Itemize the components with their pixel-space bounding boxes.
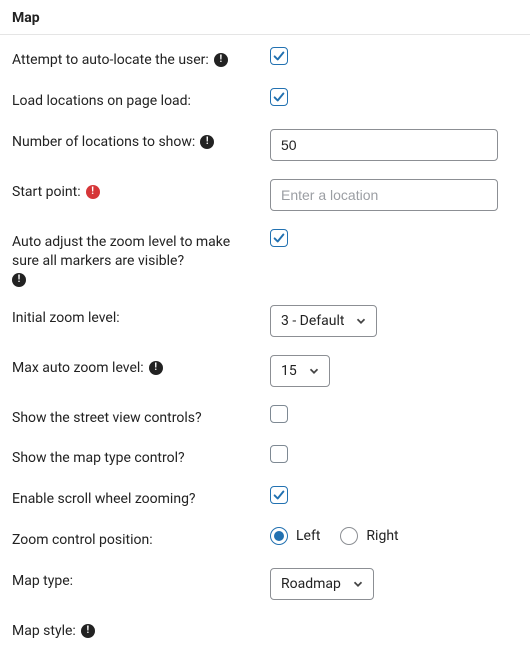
info-icon[interactable]: ! [81,624,95,638]
row-zoom-control-position: Zoom control position: Left Right [12,527,518,550]
row-auto-zoom: Auto adjust the zoom level to make sure … [12,229,518,287]
check-icon [272,90,286,104]
row-map-type: Map type: Roadmap [12,568,518,600]
label-initial-zoom: Initial zoom level: [12,305,270,328]
map-type-value: Roadmap [281,576,341,592]
section-title: Map [12,10,40,26]
label-scroll-zoom: Enable scroll wheel zooming? [12,486,270,509]
info-icon[interactable]: ! [12,273,26,287]
alert-icon[interactable]: ! [86,185,100,199]
label-start-point: Start point: ! [12,179,270,202]
row-street-view: Show the street view controls? [12,405,518,428]
zoom-control-radio-group: Left Right [270,527,399,545]
num-locations-input[interactable] [270,129,498,161]
section-header: Map [0,0,530,35]
radio-label-right: Right [366,528,398,544]
radio-icon [270,527,288,545]
check-icon [272,49,286,63]
scroll-zoom-checkbox[interactable] [270,486,288,504]
zoom-control-left-option[interactable]: Left [270,527,320,545]
radio-label-left: Left [296,528,320,544]
street-view-checkbox[interactable] [270,405,288,423]
label-map-type: Map type: [12,568,270,591]
label-map-style: Map style: ! [12,618,270,641]
info-icon[interactable]: ! [214,53,228,67]
max-auto-zoom-select[interactable]: 15 [270,355,330,387]
auto-locate-checkbox[interactable] [270,47,288,65]
row-initial-zoom: Initial zoom level: 3 - Default [12,305,518,337]
row-map-style: Map style: ! [12,618,518,641]
label-auto-locate: Attempt to auto-locate the user: ! [12,47,270,70]
map-type-control-checkbox[interactable] [270,445,288,463]
start-point-input[interactable] [270,179,498,211]
label-map-type-control: Show the map type control? [12,445,270,468]
map-settings-form: Attempt to auto-locate the user: ! Load … [0,35,530,659]
map-type-select[interactable]: Roadmap [270,568,374,600]
check-icon [272,231,286,245]
row-map-type-control: Show the map type control? [12,445,518,468]
info-icon[interactable]: ! [149,361,163,375]
row-auto-locate: Attempt to auto-locate the user: ! [12,47,518,70]
label-num-locations: Number of locations to show: ! [12,129,270,152]
label-street-view: Show the street view controls? [12,405,270,428]
row-load-on-page: Load locations on page load: [12,88,518,111]
auto-zoom-checkbox[interactable] [270,229,288,247]
chevron-down-icon [354,314,368,328]
label-zoom-control-position: Zoom control position: [12,527,270,550]
initial-zoom-select[interactable]: 3 - Default [270,305,377,337]
zoom-control-right-option[interactable]: Right [340,527,398,545]
row-num-locations: Number of locations to show: ! [12,129,518,161]
label-load-on-page: Load locations on page load: [12,88,270,111]
initial-zoom-value: 3 - Default [281,313,344,329]
max-auto-zoom-value: 15 [281,363,297,379]
check-icon [272,488,286,502]
chevron-down-icon [307,364,321,378]
chevron-down-icon [351,577,365,591]
row-start-point: Start point: ! [12,179,518,211]
label-max-auto-zoom: Max auto zoom level: ! [12,355,270,378]
load-on-page-checkbox[interactable] [270,88,288,106]
row-max-auto-zoom: Max auto zoom level: ! 15 [12,355,518,387]
radio-icon [340,527,358,545]
label-auto-zoom: Auto adjust the zoom level to make sure … [12,229,270,287]
info-icon[interactable]: ! [200,135,214,149]
row-scroll-zoom: Enable scroll wheel zooming? [12,486,518,509]
